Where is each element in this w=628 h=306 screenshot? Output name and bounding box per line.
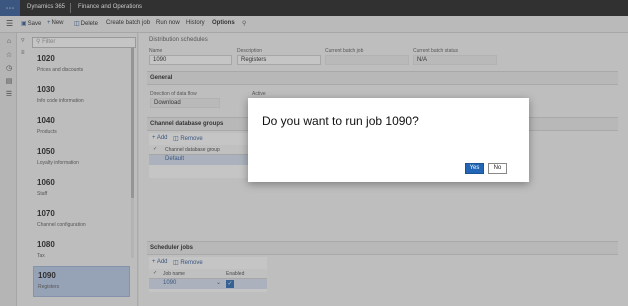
confirm-dialog: Do you want to run job 1090? Yes No bbox=[248, 98, 529, 182]
no-button[interactable]: No bbox=[488, 163, 507, 174]
yes-button[interactable]: Yes bbox=[465, 163, 484, 174]
dialog-message: Do you want to run job 1090? bbox=[262, 114, 419, 128]
